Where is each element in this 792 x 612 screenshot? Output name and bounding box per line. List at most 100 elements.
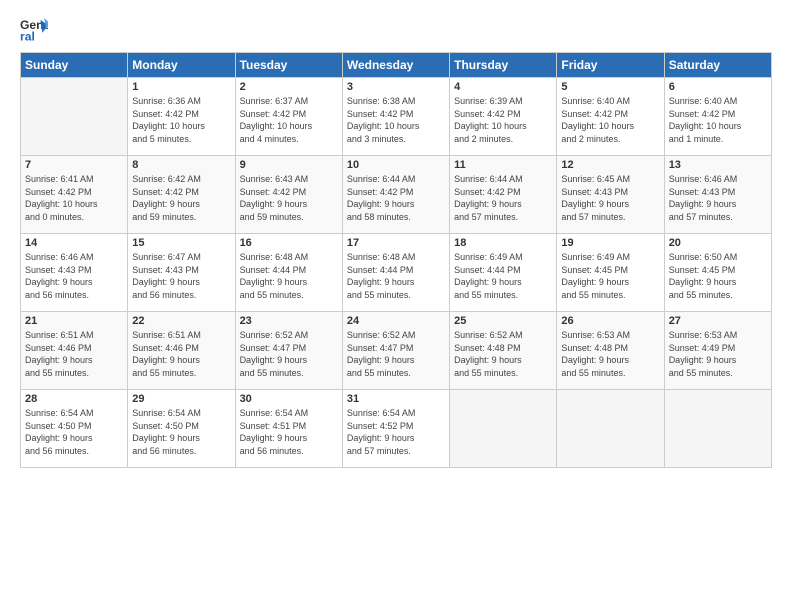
day-info: Sunrise: 6:54 AMSunset: 4:51 PMDaylight:…: [240, 407, 338, 457]
calendar-cell: 28 Sunrise: 6:54 AMSunset: 4:50 PMDayligh…: [21, 390, 128, 468]
day-info: Sunrise: 6:38 AMSunset: 4:42 PMDaylight:…: [347, 95, 445, 145]
day-number: 15: [132, 237, 230, 249]
day-number: 22: [132, 315, 230, 327]
day-info: Sunrise: 6:39 AMSunset: 4:42 PMDaylight:…: [454, 95, 552, 145]
day-number: 1: [132, 81, 230, 93]
day-info: Sunrise: 6:46 AMSunset: 4:43 PMDaylight:…: [25, 251, 123, 301]
calendar-cell: 16 Sunrise: 6:48 AMSunset: 4:44 PMDayligh…: [235, 234, 342, 312]
day-number: 23: [240, 315, 338, 327]
day-number: 13: [669, 159, 767, 171]
day-number: 17: [347, 237, 445, 249]
day-info: Sunrise: 6:49 AMSunset: 4:45 PMDaylight:…: [561, 251, 659, 301]
calendar-cell: 3 Sunrise: 6:38 AMSunset: 4:42 PMDaylight…: [342, 78, 449, 156]
calendar-header: SundayMondayTuesdayWednesdayThursdayFrid…: [21, 53, 772, 78]
day-number: 3: [347, 81, 445, 93]
calendar-cell: 9Sunrise: 6:43 AMSunset: 4:42 PMDaylight…: [235, 156, 342, 234]
calendar-cell: 8 Sunrise: 6:42 AMSunset: 4:42 PMDaylight…: [128, 156, 235, 234]
week-row-0: 1 Sunrise: 6:36 AMSunset: 4:42 PMDaylight…: [21, 78, 772, 156]
day-number: 20: [669, 237, 767, 249]
header: Gene ral: [20, 16, 772, 44]
day-number: 8: [132, 159, 230, 171]
day-info: Sunrise: 6:41 AMSunset: 4:42 PMDaylight:…: [25, 173, 123, 223]
calendar-cell: 31 Sunrise: 6:54 AMSunset: 4:52 PMDayligh…: [342, 390, 449, 468]
day-number: 30: [240, 393, 338, 405]
day-number: 14: [25, 237, 123, 249]
calendar-cell: 26Sunrise: 6:53 AMSunset: 4:48 PMDayligh…: [557, 312, 664, 390]
day-info: Sunrise: 6:47 AMSunset: 4:43 PMDaylight:…: [132, 251, 230, 301]
calendar-cell: 2 Sunrise: 6:37 AMSunset: 4:42 PMDaylight…: [235, 78, 342, 156]
calendar-body: 1 Sunrise: 6:36 AMSunset: 4:42 PMDaylight…: [21, 78, 772, 468]
calendar-cell: 27 Sunrise: 6:53 AMSunset: 4:49 PMDayligh…: [664, 312, 771, 390]
calendar-cell: 20 Sunrise: 6:50 AMSunset: 4:45 PMDayligh…: [664, 234, 771, 312]
day-info: Sunrise: 6:54 AMSunset: 4:50 PMDaylight:…: [132, 407, 230, 457]
day-info: Sunrise: 6:51 AMSunset: 4:46 PMDaylight:…: [132, 329, 230, 379]
day-info: Sunrise: 6:44 AMSunset: 4:42 PMDaylight:…: [454, 173, 552, 223]
day-number: 31: [347, 393, 445, 405]
weekday-header-sunday: Sunday: [21, 53, 128, 78]
day-number: 6: [669, 81, 767, 93]
calendar-cell: 22 Sunrise: 6:51 AMSunset: 4:46 PMDayligh…: [128, 312, 235, 390]
calendar-cell: 21 Sunrise: 6:51 AMSunset: 4:46 PMDayligh…: [21, 312, 128, 390]
day-number: 11: [454, 159, 552, 171]
day-info: Sunrise: 6:52 AMSunset: 4:48 PMDaylight:…: [454, 329, 552, 379]
calendar-cell: [21, 78, 128, 156]
weekday-row: SundayMondayTuesdayWednesdayThursdayFrid…: [21, 53, 772, 78]
day-info: Sunrise: 6:51 AMSunset: 4:46 PMDaylight:…: [25, 329, 123, 379]
calendar-cell: 30 Sunrise: 6:54 AMSunset: 4:51 PMDayligh…: [235, 390, 342, 468]
calendar-cell: 29 Sunrise: 6:54 AMSunset: 4:50 PMDayligh…: [128, 390, 235, 468]
day-number: 24: [347, 315, 445, 327]
day-info: Sunrise: 6:50 AMSunset: 4:45 PMDaylight:…: [669, 251, 767, 301]
calendar-cell: 5Sunrise: 6:40 AMSunset: 4:42 PMDaylight…: [557, 78, 664, 156]
day-info: Sunrise: 6:45 AMSunset: 4:43 PMDaylight:…: [561, 173, 659, 223]
day-number: 10: [347, 159, 445, 171]
calendar-cell: 14 Sunrise: 6:46 AMSunset: 4:43 PMDayligh…: [21, 234, 128, 312]
day-number: 28: [25, 393, 123, 405]
day-number: 5: [561, 81, 659, 93]
logo-icon: Gene ral: [20, 16, 48, 44]
day-number: 25: [454, 315, 552, 327]
calendar-cell: 24Sunrise: 6:52 AMSunset: 4:47 PMDayligh…: [342, 312, 449, 390]
day-info: Sunrise: 6:53 AMSunset: 4:49 PMDaylight:…: [669, 329, 767, 379]
calendar-cell: 11 Sunrise: 6:44 AMSunset: 4:42 PMDayligh…: [450, 156, 557, 234]
day-info: Sunrise: 6:54 AMSunset: 4:52 PMDaylight:…: [347, 407, 445, 457]
week-row-4: 28 Sunrise: 6:54 AMSunset: 4:50 PMDayligh…: [21, 390, 772, 468]
calendar-cell: 13 Sunrise: 6:46 AMSunset: 4:43 PMDayligh…: [664, 156, 771, 234]
day-number: 2: [240, 81, 338, 93]
day-info: Sunrise: 6:40 AMSunset: 4:42 PMDaylight:…: [669, 95, 767, 145]
day-number: 12: [561, 159, 659, 171]
week-row-2: 14 Sunrise: 6:46 AMSunset: 4:43 PMDayligh…: [21, 234, 772, 312]
day-info: Sunrise: 6:36 AMSunset: 4:42 PMDaylight:…: [132, 95, 230, 145]
weekday-header-friday: Friday: [557, 53, 664, 78]
day-info: Sunrise: 6:52 AMSunset: 4:47 PMDaylight:…: [240, 329, 338, 379]
day-number: 9: [240, 159, 338, 171]
week-row-3: 21 Sunrise: 6:51 AMSunset: 4:46 PMDayligh…: [21, 312, 772, 390]
day-info: Sunrise: 6:42 AMSunset: 4:42 PMDaylight:…: [132, 173, 230, 223]
day-number: 7: [25, 159, 123, 171]
day-info: Sunrise: 6:53 AMSunset: 4:48 PMDaylight:…: [561, 329, 659, 379]
day-info: Sunrise: 6:54 AMSunset: 4:50 PMDaylight:…: [25, 407, 123, 457]
day-number: 21: [25, 315, 123, 327]
weekday-header-monday: Monday: [128, 53, 235, 78]
day-info: Sunrise: 6:48 AMSunset: 4:44 PMDaylight:…: [240, 251, 338, 301]
day-number: 29: [132, 393, 230, 405]
weekday-header-wednesday: Wednesday: [342, 53, 449, 78]
calendar-cell: 23 Sunrise: 6:52 AMSunset: 4:47 PMDayligh…: [235, 312, 342, 390]
day-number: 4: [454, 81, 552, 93]
day-number: 27: [669, 315, 767, 327]
calendar-cell: 25 Sunrise: 6:52 AMSunset: 4:48 PMDayligh…: [450, 312, 557, 390]
calendar-cell: 1 Sunrise: 6:36 AMSunset: 4:42 PMDaylight…: [128, 78, 235, 156]
day-info: Sunrise: 6:46 AMSunset: 4:43 PMDaylight:…: [669, 173, 767, 223]
day-info: Sunrise: 6:44 AMSunset: 4:42 PMDaylight:…: [347, 173, 445, 223]
day-info: Sunrise: 6:37 AMSunset: 4:42 PMDaylight:…: [240, 95, 338, 145]
calendar-cell: 17Sunrise: 6:48 AMSunset: 4:44 PMDayligh…: [342, 234, 449, 312]
day-number: 19: [561, 237, 659, 249]
calendar-cell: [664, 390, 771, 468]
calendar-cell: 7 Sunrise: 6:41 AMSunset: 4:42 PMDaylight…: [21, 156, 128, 234]
calendar-cell: 12 Sunrise: 6:45 AMSunset: 4:43 PMDayligh…: [557, 156, 664, 234]
day-number: 16: [240, 237, 338, 249]
day-info: Sunrise: 6:49 AMSunset: 4:44 PMDaylight:…: [454, 251, 552, 301]
weekday-header-tuesday: Tuesday: [235, 53, 342, 78]
logo: Gene ral: [20, 16, 50, 44]
weekday-header-saturday: Saturday: [664, 53, 771, 78]
calendar-cell: 10 Sunrise: 6:44 AMSunset: 4:42 PMDayligh…: [342, 156, 449, 234]
